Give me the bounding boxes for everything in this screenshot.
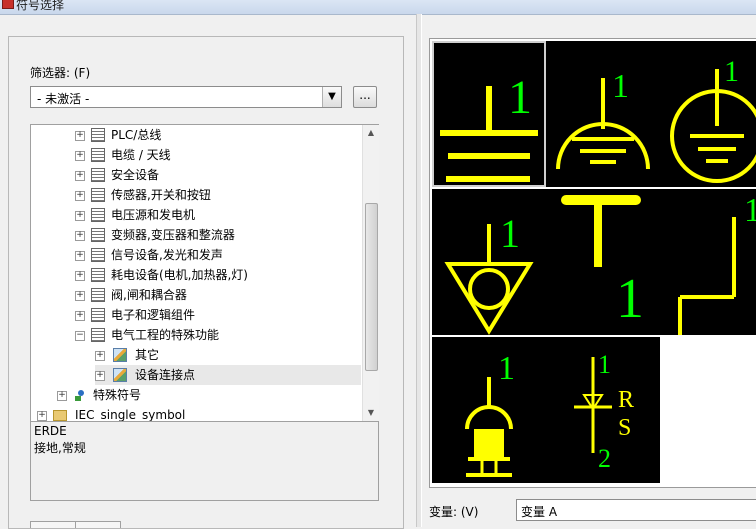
- symbol-ground[interactable]: 1: [432, 41, 546, 187]
- expand-icon[interactable]: +: [95, 351, 105, 361]
- expand-icon[interactable]: +: [75, 151, 85, 161]
- expand-icon[interactable]: +: [75, 191, 85, 201]
- symbol-gallery[interactable]: 1 1 1 1 1 1 1 1 R S 2: [429, 38, 756, 488]
- expand-icon[interactable]: +: [57, 391, 67, 401]
- tree-item-label: 电缆 / 天线: [111, 148, 171, 162]
- tree-item-label: 信号设备,发光和发声: [111, 248, 223, 262]
- expand-icon[interactable]: +: [75, 291, 85, 301]
- cabinet-icon: [91, 208, 105, 222]
- chevron-down-icon[interactable]: ▼: [322, 87, 341, 107]
- symbol-label-r: R: [618, 387, 634, 413]
- expand-icon[interactable]: +: [75, 251, 85, 261]
- folder-icon: [53, 410, 67, 421]
- splitter[interactable]: [416, 14, 422, 527]
- filter-more-button[interactable]: ...: [353, 86, 377, 108]
- image-icon: [113, 368, 127, 382]
- symbol-label: 1: [724, 55, 739, 88]
- app-icon: [2, 0, 14, 9]
- tree-item-label: 特殊符号: [93, 388, 142, 402]
- symbol-ground-triangle[interactable]: 1: [432, 189, 546, 335]
- symbol-t-terminal[interactable]: 1: [546, 189, 660, 335]
- tree-item-label: 其它: [135, 348, 160, 362]
- variant-dropdown[interactable]: 变量 A: [516, 499, 756, 521]
- cabinet-icon: [91, 248, 105, 262]
- tree-scrollbar[interactable]: ▲ ▼: [362, 125, 379, 421]
- symbol-tree[interactable]: + PLC/总线 + 电缆 / 天线 + 安全设备 + 传感器,开关和按钮 + …: [30, 124, 379, 422]
- symbol-label-top: 1: [598, 350, 611, 379]
- title-bar: 符号选择: [0, 0, 756, 15]
- symbol-label-s: S: [618, 415, 631, 441]
- tree-item-device-connection[interactable]: + 设备连接点: [95, 365, 361, 385]
- cabinet-icon: [91, 268, 105, 282]
- symbol-label: 1: [500, 211, 520, 256]
- symbol-plug-connector[interactable]: 1: [432, 337, 546, 483]
- window-title: 符号选择: [16, 0, 65, 12]
- symbol-ground-semicircle[interactable]: 1: [546, 41, 660, 187]
- tree-item-label: 耗电设备(电机,加热器,灯): [111, 268, 248, 282]
- tree-item-label: 阀,闸和耦合器: [111, 288, 187, 302]
- expand-icon[interactable]: +: [75, 131, 85, 141]
- symbol-ground-circle[interactable]: 1: [660, 41, 756, 187]
- expand-icon[interactable]: +: [75, 271, 85, 281]
- collapse-icon[interactable]: −: [75, 331, 85, 341]
- filter-selected-value: - 未激活 -: [37, 92, 90, 106]
- cabinet-icon: [91, 308, 105, 322]
- cabinet-icon: [91, 148, 105, 162]
- variant-label: 变量: (V): [429, 505, 479, 519]
- tree-item-label: 电气工程的特殊功能: [111, 328, 220, 342]
- scroll-up-icon[interactable]: ▲: [363, 125, 379, 141]
- symbol-label: 1: [744, 192, 756, 229]
- description-text: 接地,常规: [34, 441, 86, 455]
- expand-icon[interactable]: +: [75, 211, 85, 221]
- symbol-label-bottom: 2: [598, 444, 611, 473]
- image-icon: [113, 348, 127, 362]
- symbol-label: 1: [616, 268, 644, 330]
- symbol-rs-connection[interactable]: 1 R S 2: [546, 337, 660, 483]
- tree-item-label: 电子和逻辑组件: [111, 308, 196, 322]
- filter-label: 筛选器: (F): [30, 66, 91, 80]
- cabinet-icon: [91, 128, 105, 142]
- symbol-corner-terminal[interactable]: 1: [660, 189, 756, 335]
- expand-icon[interactable]: +: [37, 411, 47, 421]
- variant-selected-value: 变量 A: [521, 505, 558, 519]
- cabinet-icon: [91, 328, 105, 342]
- symbol-description: ERDE 接地,常规: [30, 421, 379, 501]
- cabinet-icon: [91, 188, 105, 202]
- special-symbol-icon: [73, 388, 87, 402]
- filter-dropdown[interactable]: - 未激活 - ▼: [30, 86, 342, 108]
- cabinet-icon: [91, 228, 105, 242]
- tree-item-label: 变频器,变压器和整流器: [111, 228, 235, 242]
- expand-icon[interactable]: +: [75, 311, 85, 321]
- expand-icon[interactable]: +: [75, 231, 85, 241]
- symbol-label: 1: [498, 350, 515, 387]
- tree-item-label: 电压源和发电机: [111, 208, 196, 222]
- expand-icon[interactable]: +: [95, 371, 105, 381]
- tree-item-label: PLC/总线: [111, 128, 162, 142]
- tree-item-label: 设备连接点: [135, 368, 196, 382]
- cabinet-icon: [91, 288, 105, 302]
- scroll-down-icon[interactable]: ▼: [363, 405, 379, 421]
- expand-icon[interactable]: +: [75, 171, 85, 181]
- cabinet-icon: [91, 168, 105, 182]
- scrollbar-thumb[interactable]: [365, 203, 378, 371]
- tree-item-label: 传感器,开关和按钮: [111, 188, 211, 202]
- description-name: ERDE: [34, 424, 67, 438]
- tree-item-label: 安全设备: [111, 168, 160, 182]
- tree-item-label: IEC_single_symbol: [75, 408, 186, 422]
- symbol-label: 1: [612, 68, 629, 105]
- symbol-label: 1: [508, 71, 532, 124]
